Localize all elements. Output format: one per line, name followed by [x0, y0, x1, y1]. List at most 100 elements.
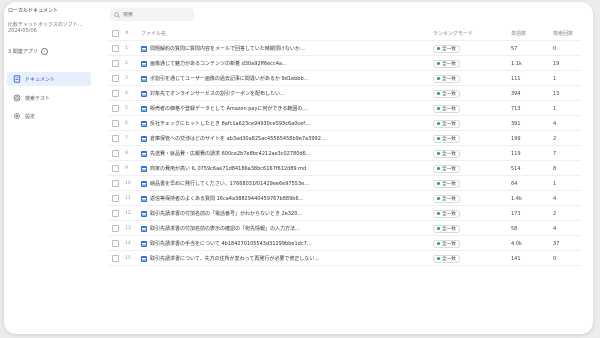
table-row[interactable]: 4 対象先でオンラインサービスの割引クーポンを配布したい… 全一致 394 13 [108, 86, 581, 101]
row-checkbox[interactable] [112, 90, 119, 97]
row-checkbox[interactable] [112, 135, 119, 142]
status-text: 全一致 [442, 241, 456, 247]
row-file-name[interactable]: 納品書を早めに発行してください。17668031f01429ee6e97553e… [141, 176, 341, 191]
file-name-text: 商家の費用が高い IL 0759c6ae71d84186a38bc6167f61… [150, 166, 307, 172]
header-words[interactable]: 単語数 [511, 26, 541, 41]
row-file-name[interactable]: 取引先請求書の付加名前の表示の確認の「宛先情報」の入力方法… [141, 221, 341, 236]
row-word-count: 514 [511, 165, 521, 172]
table-row[interactable]: 9 商家の費用が高い IL 0759c6ae71d84186a38bc6167f6… [108, 161, 581, 176]
status-badge: 全一致 [433, 74, 460, 83]
row-checkbox[interactable] [112, 195, 119, 202]
row-checkbox[interactable] [112, 105, 119, 112]
gear-icon [14, 113, 20, 119]
status-badge: 全一致 [433, 119, 460, 128]
row-file-name[interactable]: 倉庫保管への交渉はどのサイトを ab3ad30a825ac45565458b9e… [141, 131, 341, 146]
header-hits[interactable]: 検索回数 [553, 26, 583, 41]
document-icon [13, 75, 21, 83]
status-text: 全一致 [442, 106, 456, 112]
table-row[interactable]: 10 納品書を早めに発行してください。17668031f01429ee6e9755… [108, 176, 581, 191]
document-icon [141, 90, 147, 97]
status-text: 全一致 [442, 76, 456, 82]
row-checkbox[interactable] [112, 165, 119, 172]
row-file-name[interactable]: 取引先請求書の手当をについて 4b184270105543d31299bbe1d… [141, 236, 341, 251]
row-checkbox[interactable] [112, 255, 119, 262]
sidebar-item-documents[interactable]: ドキュメント [7, 72, 91, 86]
status-badge: 全一致 [433, 209, 460, 218]
status-badge: 全一致 [433, 44, 460, 53]
row-word-count: 394 [511, 90, 521, 97]
row-file-name[interactable]: 取引先請求書の付加名前の「電話番号」がわからないとき 2e320… [141, 206, 341, 221]
row-file-name[interactable]: 返信等保持者のよくある質問 16ca4a38829440459767b889b6… [141, 191, 341, 206]
search-input[interactable] [123, 11, 187, 18]
related-apps[interactable]: 3 関連アプリ i [8, 48, 48, 55]
related-apps-label: 3 関連アプリ [8, 49, 38, 55]
row-word-count: 713 [511, 105, 521, 112]
row-checkbox-cell [112, 191, 122, 206]
table-row[interactable]: 1 問題解約の質問に質問内容をメールで回答していた時期頂けないか… 全一致 57 0 [108, 41, 581, 56]
status-badge: 全一致 [433, 179, 460, 188]
row-file-name[interactable]: 問題解約の質問に質問内容をメールで回答していた時期頂けないか… [141, 41, 341, 56]
table-row[interactable]: 14 取引先請求書の手当をについて 4b184270105543d31299bbe… [108, 236, 581, 251]
table-row[interactable]: 12 取引先請求書の付加名前の「電話番号」がわからないとき 2e320… 全一致 17… [108, 206, 581, 221]
row-file-name[interactable]: 画像通じて魅力があるコンテンツの新着 d30a92ff6ecc4a… [141, 56, 341, 71]
table-row[interactable]: 2 画像通じて魅力があるコンテンツの新着 d30a92ff6ecc4a… 全一致 1.… [108, 56, 581, 71]
row-number: 1 [125, 46, 128, 51]
select-all-cell [112, 26, 122, 41]
table-row[interactable]: 6 反社チェックにヒットしたとき 8afc1a623ce94930ce593c6a… [108, 116, 581, 131]
table-row[interactable]: 8 先送費・就品費・広報費の請求 600ce2b7e8bc4212ae3c0278… [108, 146, 581, 161]
row-checkbox[interactable] [112, 45, 119, 52]
table-row[interactable]: 15 取引先請求書について、先方の住所が変わって再発行が必要で修正しない… 全一致 1… [108, 251, 581, 266]
row-file-name[interactable]: 販売者の価格や登録データとして Amazon payに何ができる範囲の… [141, 101, 341, 116]
row-checkbox-cell [112, 131, 122, 146]
status-text: 全一致 [442, 61, 456, 67]
table-row[interactable]: 11 返信等保持者のよくある質問 16ca4a38829440459767b889… [108, 191, 581, 206]
row-hit-count: 0 [553, 255, 557, 262]
row-checkbox[interactable] [112, 120, 119, 127]
document-icon [141, 75, 147, 82]
status-dot-icon [437, 47, 440, 50]
row-word-count: 141 [511, 255, 521, 262]
table-row[interactable]: 7 倉庫保管への交渉はどのサイトを ab3ad30a825ac45565458b9… [108, 131, 581, 146]
dataset-date: 2024/05/06 [8, 28, 37, 34]
row-checkbox[interactable] [112, 150, 119, 157]
sidebar-item-settings[interactable]: 設定 [7, 109, 91, 123]
file-name-text: 対象先でオンラインサービスの割引クーポンを配布したい… [150, 91, 286, 97]
status-dot-icon [437, 167, 440, 170]
row-checkbox-cell [112, 236, 122, 251]
row-file-name[interactable]: 取引先請求書について、先方の住所が変わって再発行が必要で修正しない… [141, 251, 341, 266]
table-row[interactable]: 3 ポ割引を通じてユーザー画像の過去記事に間違いがあるか 9d1ebbb… 全一致 1… [108, 71, 581, 86]
row-checkbox[interactable] [112, 240, 119, 247]
row-file-name[interactable]: ポ割引を通じてユーザー画像の過去記事に間違いがあるか 9d1ebbb… [141, 71, 341, 86]
row-checkbox[interactable] [112, 225, 119, 232]
info-icon[interactable]: i [40, 48, 48, 55]
row-checkbox[interactable] [112, 60, 119, 67]
row-checkbox[interactable] [112, 210, 119, 217]
status-text: 全一致 [442, 91, 456, 97]
row-file-name[interactable]: 対象先でオンラインサービスの割引クーポンを配布したい… [141, 86, 341, 101]
row-file-name[interactable]: 商家の費用が高い IL 0759c6ae71d84186a38bc6167f61… [141, 161, 341, 176]
status-text: 全一致 [442, 121, 456, 127]
sidebar-item-search-test[interactable]: 検索テスト [7, 91, 91, 105]
row-number: 6 [125, 121, 128, 126]
document-icon [141, 45, 147, 52]
row-word-count: 111 [511, 75, 521, 82]
search-box[interactable] [110, 8, 194, 21]
row-checkbox-cell [112, 176, 122, 191]
header-name[interactable]: ファイル名 [141, 26, 341, 41]
row-checkbox[interactable] [112, 75, 119, 82]
row-file-name[interactable]: 先送費・就品費・広報費の請求 600ce2b7e8bc4212ae3c02780… [141, 146, 341, 161]
sidebar-item-label: 検索テスト [25, 95, 51, 102]
file-name-text: 取引先請求書について、先方の住所が変わって再発行が必要で修正しない… [150, 256, 320, 262]
row-word-count: 1.1k [511, 60, 522, 67]
row-checkbox[interactable] [112, 180, 119, 187]
select-all-checkbox[interactable] [112, 30, 119, 37]
document-icon [141, 195, 147, 202]
status-dot-icon [437, 227, 440, 230]
table-row[interactable]: 5 販売者の価格や登録データとして Amazon payに何ができる範囲の… 全一致… [108, 101, 581, 116]
status-badge: 全一致 [433, 104, 460, 113]
file-name-text: 返信等保持者のよくある質問 16ca4a38829440459767b889b6… [150, 196, 304, 202]
row-hit-count: 1 [553, 180, 557, 187]
row-file-name[interactable]: 反社チェックにヒットしたとき 8afc1a623ce94930ce593c6a0… [141, 116, 341, 131]
table-row[interactable]: 13 取引先請求書の付加名前の表示の確認の「宛先情報」の入力方法… 全一致 58 4 [108, 221, 581, 236]
main-content: # ファイル名 ランキングモード 単語数 検索回数 1 問題解約の質問に質問内容を… [102, 2, 593, 334]
